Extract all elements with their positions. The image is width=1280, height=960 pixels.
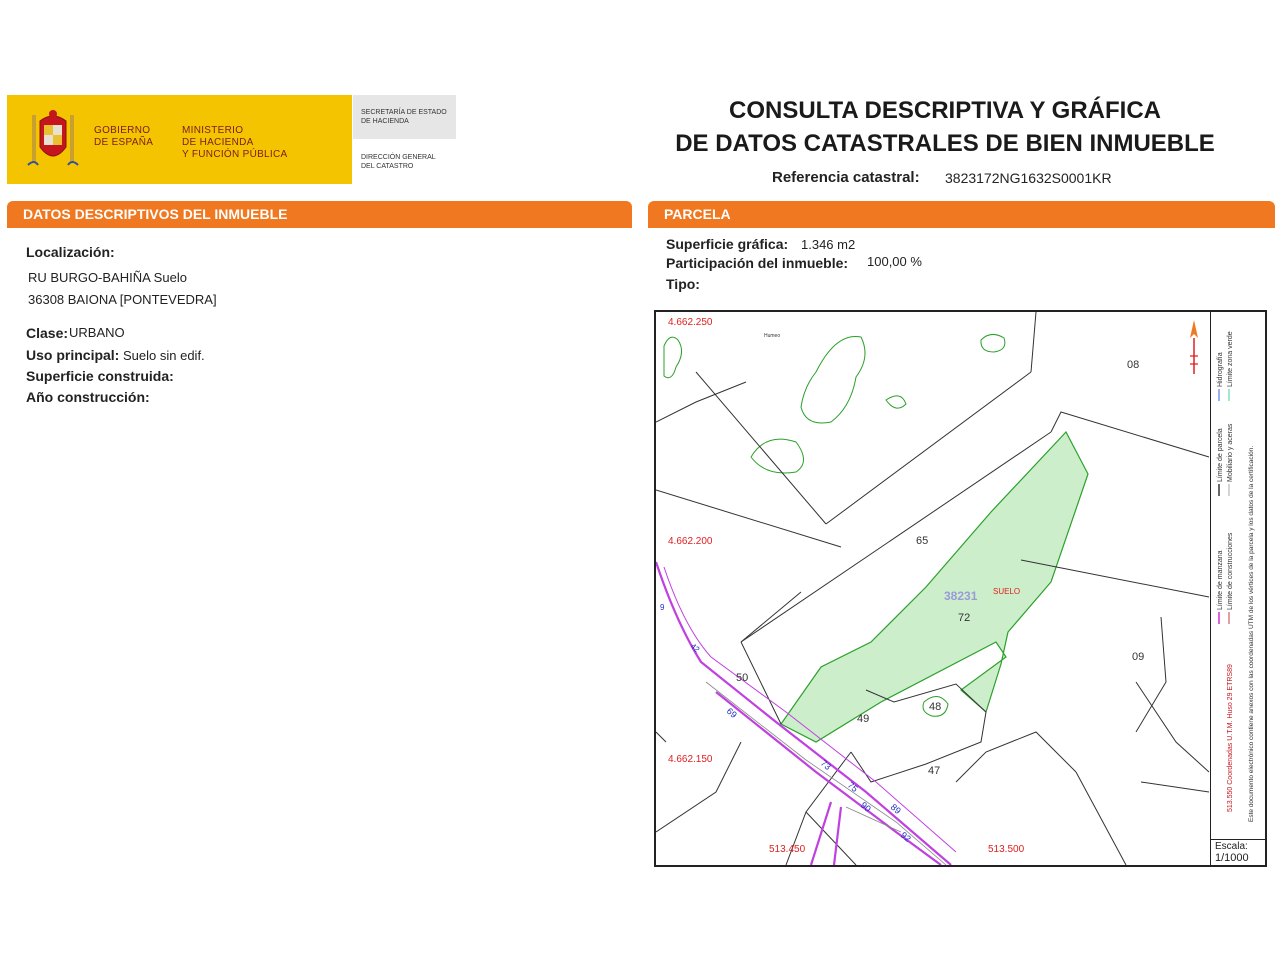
legend-limite-parcela: Límite de parcela (1217, 428, 1224, 482)
legend-limite-construcciones: Límite de construcciones (1227, 532, 1234, 610)
gobierno-text: GOBIERNO DE ESPAÑA (94, 125, 154, 148)
parcel-72-shape (780, 430, 1089, 743)
parcel-72-label: 72 (958, 612, 970, 624)
parcel-50-label: 50 (736, 672, 748, 684)
participacion-label: Participación del inmueble: (666, 255, 849, 271)
superficie-construida-label: Superficie construida: (26, 368, 174, 384)
clase-label: Clase: (26, 325, 69, 341)
scale-label: Escala: (1215, 841, 1248, 852)
localizacion-label: Localización: (26, 244, 115, 260)
coord-x1: 513.450 (769, 844, 806, 855)
coord-y3: 4.662.150 (668, 754, 713, 765)
datos-descriptivos-header: DATOS DESCRIPTIVOS DEL INMUEBLE (7, 201, 632, 228)
parcela-header: PARCELA (648, 201, 1275, 228)
coord-y2: 4.662.200 (668, 536, 713, 547)
clase-value: URBANO (69, 325, 125, 340)
legend-limite-manzana: Límite de manzana (1217, 550, 1224, 610)
page-title-line2: DE DATOS CATASTRALES DE BIEN INMUEBLE (675, 130, 1215, 157)
coat-of-arms-icon (27, 110, 79, 166)
superficie-grafica-label: Superficie gráfica: (666, 236, 789, 252)
direccion-general-text: DIRECCIÓN GENERAL DEL CATASTRO (361, 154, 436, 170)
secretaria-text: SECRETARÍA DE ESTADO DE HACIENDA (361, 109, 447, 125)
scale-value: 1/1000 (1215, 852, 1249, 864)
map-legend-text: Límite de manzana Límite de construccion… (1217, 331, 1255, 822)
coord-y1: 4.662.250 (668, 317, 713, 328)
referencia-label: Referencia catastral: (772, 169, 920, 186)
coord-x2: 513.500 (988, 844, 1025, 855)
government-logo-band: GOBIERNO DE ESPAÑA MINISTERIO DE HACIENDA Y… (7, 95, 352, 184)
legend-mobiliario: Mobiliario y aceras (1227, 423, 1234, 482)
uso-value: Suelo sin edif. (123, 348, 205, 363)
cadastral-map: 4.662.250 4.662.200 4.662.150 513.450 51… (656, 312, 1210, 865)
parcel-48-label: 48 (929, 701, 941, 713)
parcel-49-label: 49 (857, 713, 869, 725)
address-line1: RU BURGO-BAHIÑA Suelo (28, 270, 187, 285)
superficie-grafica-value: 1.346 m2 (801, 237, 856, 252)
address-line2: 36308 BAIONA [PONTEVEDRA] (28, 292, 217, 307)
legend-coords-note: 513.550 Coordenadas U.T.M. Huso 29 ETRS8… (1227, 664, 1234, 812)
street-number: 9 (660, 603, 665, 612)
top-label: Humeo (764, 333, 780, 339)
participacion-value: 100,00 % (867, 254, 922, 269)
page-title-line1: CONSULTA DESCRIPTIVA Y GRÁFICA (728, 97, 1162, 124)
parcel-47-label: 47 (928, 765, 940, 777)
legend-doc-note: Este documento electrónico contiene anex… (1248, 446, 1255, 822)
street-number: 75 (846, 780, 860, 794)
suelo-label: SUELO (993, 587, 1020, 596)
referencia-value: 3823172NG1632S0001KR (945, 170, 1112, 186)
parcel-65-label: 65 (916, 535, 928, 547)
ministerio-text: MINISTERIO DE HACIENDA Y FUNCIÓN PÚBLICA (182, 125, 288, 160)
legend-hidrografia: Hidrografía (1217, 352, 1224, 387)
uso-label: Uso principal: (26, 347, 120, 363)
north-arrow-icon (1190, 320, 1198, 374)
tipo-label: Tipo: (666, 276, 700, 292)
legend-zona-verde: Límite zona verde (1227, 331, 1234, 387)
anio-construccion-label: Año construcción: (26, 389, 150, 405)
parcel-09-label: 09 (1132, 651, 1144, 663)
parcel-08-label: 08 (1127, 359, 1139, 371)
block-label: 38231 (944, 589, 978, 603)
